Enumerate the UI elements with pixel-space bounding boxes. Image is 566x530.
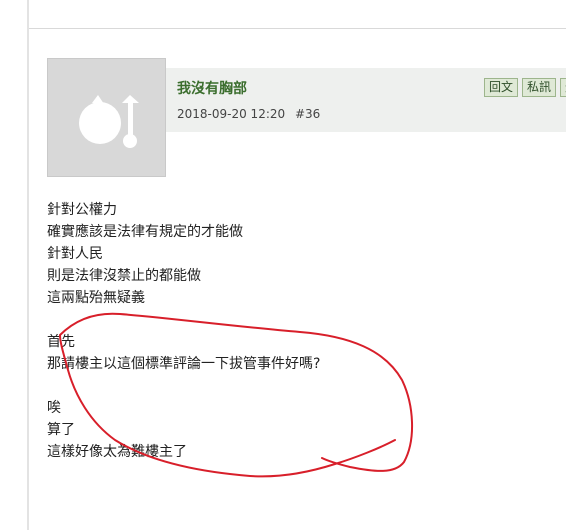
private-message-button[interactable]: 私訊	[522, 78, 556, 97]
content-line: 則是法律沒禁止的都能做	[47, 268, 201, 284]
content-line: 唉	[47, 400, 61, 416]
default-avatar-icon	[79, 95, 139, 148]
content-line: 針對人民	[47, 246, 103, 262]
content-line: 算了	[47, 422, 75, 438]
add-friend-button[interactable]: 光	[560, 78, 566, 97]
post-datetime: 2018-09-20 12:20	[177, 107, 286, 121]
post-content: 針對公權力 確實應該是法律有規定的才能做 針對人民 則是法律沒禁止的都能做 這兩…	[47, 199, 320, 463]
left-divider	[27, 0, 29, 530]
content-line: 那請樓主以這個標準評論一下拔管事件好嗎?	[47, 356, 321, 372]
content-line: 這兩點殆無疑義	[47, 290, 145, 306]
post-meta: 2018-09-20 12:20 #36	[177, 107, 320, 121]
top-divider	[29, 28, 566, 29]
content-line: 首先	[47, 334, 75, 350]
username-link[interactable]: 我沒有胸部	[177, 78, 247, 98]
avatar[interactable]	[47, 58, 166, 177]
reply-button[interactable]: 回文	[484, 78, 518, 97]
content-line: 針對公權力	[47, 202, 117, 218]
forum-post-page: 我沒有胸部 2018-09-20 12:20 #36 回文 私訊 光 針對公權力…	[0, 0, 566, 530]
content-line: 確實應該是法律有規定的才能做	[47, 224, 243, 240]
content-line: 這樣好像太為難樓主了	[47, 444, 187, 460]
post-floor-number[interactable]: #36	[295, 107, 320, 121]
